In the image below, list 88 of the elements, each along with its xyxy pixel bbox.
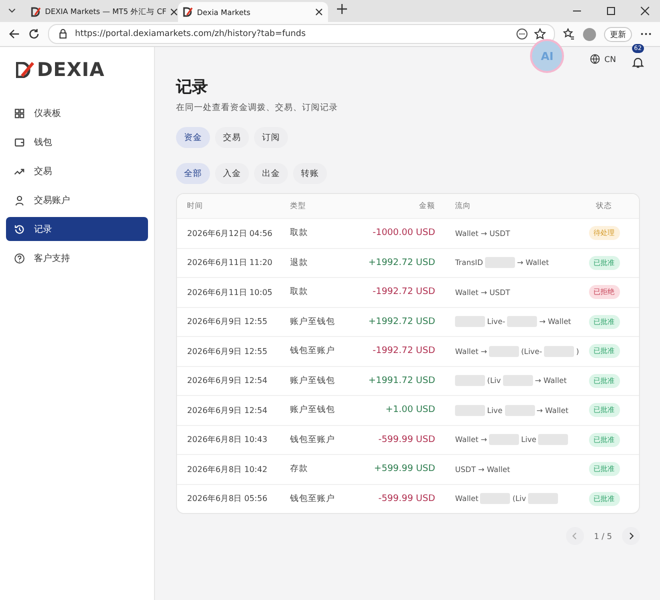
lock-icon <box>57 28 69 40</box>
more-icon[interactable] <box>516 28 528 40</box>
time-cell-text: 2026年6月9日 12:55 <box>187 346 268 357</box>
time-cell-text: 2026年6月8日 05:56 <box>187 493 268 504</box>
sidebar-item[interactable]: 交易账户 <box>6 188 148 212</box>
sidebar-item[interactable]: 交易 <box>6 159 148 183</box>
time-cell-text: 2026年6月8日 10:42 <box>187 464 268 475</box>
redacted-block <box>489 434 520 446</box>
amount-cell-text: +599.99 USD <box>373 464 436 474</box>
category-tab[interactable]: 订阅 <box>254 127 288 148</box>
logo-icon <box>31 7 41 17</box>
maximize-icon[interactable] <box>606 6 616 16</box>
help-icon <box>14 252 25 264</box>
new-tab-icon[interactable] <box>336 3 348 15</box>
type-cell-text: 账户至钱包 <box>290 404 336 416</box>
wallet-icon <box>14 136 25 148</box>
amount-cell-text: -599.99 USD <box>377 434 436 445</box>
time-cell-text: 2026年6月11日 11:20 <box>187 257 274 268</box>
type-cell-text: 存款 <box>290 463 310 476</box>
amount-cell-text: +1992.72 USD <box>367 316 436 327</box>
user-icon <box>14 194 25 206</box>
time-cell-text: 2026年6月9日 12:54 <box>187 375 268 386</box>
redacted-block <box>528 493 558 504</box>
logo-icon <box>183 7 193 17</box>
page-title: 记录 <box>176 77 210 98</box>
chevron-left-icon <box>571 532 580 540</box>
redacted-block <box>455 316 486 328</box>
redacted-block <box>507 316 538 328</box>
amount-cell-text: -1992.72 USD <box>372 287 436 298</box>
sidebar-item[interactable]: 记录 <box>6 217 148 241</box>
amount-cell-text: +1.00 USD <box>384 405 436 416</box>
address-bar[interactable]: https://portal.dexiamarkets.com/zh/history?tab=funds <box>48 24 555 44</box>
category-tab[interactable]: 资金 <box>176 127 210 148</box>
redacted-block <box>455 375 486 386</box>
brand-name: DEXIA <box>37 59 105 81</box>
back-icon[interactable] <box>8 28 20 40</box>
favorites-icon[interactable] <box>563 28 575 40</box>
filter-chip[interactable]: 转账 <box>293 163 328 184</box>
type-cell-text: 钱包至账户 <box>290 345 336 358</box>
redacted-block <box>544 346 574 357</box>
sidebar-item[interactable]: 钱包 <box>6 130 148 154</box>
redacted-block <box>480 493 510 504</box>
time-cell-text: 2026年6月12日 04:56 <box>187 228 274 239</box>
type-cell-text: 取款 <box>290 286 310 298</box>
amount-cell-text: -1992.72 USD <box>372 346 436 356</box>
type-cell-text: 取款 <box>290 227 310 240</box>
type-cell-text: 钱包至账户 <box>290 492 336 505</box>
time-cell-text: 2026年6月8日 10:43 <box>187 434 268 446</box>
type-cell-text: 退款 <box>290 256 310 269</box>
history-icon <box>14 224 25 234</box>
star-icon[interactable] <box>534 28 546 40</box>
redacted-block <box>502 375 533 386</box>
sidebar-item[interactable]: 客户支持 <box>6 246 148 270</box>
page-indicator: 1 / 5 <box>594 532 612 540</box>
sidebar-item[interactable]: 仪表板 <box>6 101 148 125</box>
filter-chip[interactable]: 全部 <box>176 163 210 184</box>
type-cell-text: 账户至钱包 <box>290 316 336 328</box>
amount-cell-text: -599.99 USD <box>377 494 436 504</box>
reload-icon[interactable] <box>28 28 40 40</box>
language-selector[interactable]: CN <box>590 54 616 64</box>
close-icon[interactable] <box>170 8 178 16</box>
time-cell-text: 2026年6月9日 12:55 <box>187 316 268 328</box>
close-icon[interactable] <box>640 6 650 16</box>
redacted-block <box>484 257 515 268</box>
chevron-right-icon <box>627 532 635 540</box>
redacted-block <box>455 404 486 416</box>
next-page-button[interactable] <box>622 527 640 545</box>
bell-icon[interactable] <box>632 56 644 68</box>
redacted-block <box>538 434 568 446</box>
amount-cell-text: +1991.72 USD <box>367 376 436 386</box>
page-subtitle: 在同一处查看资金调拨、交易、订阅记录 <box>176 102 340 114</box>
close-icon[interactable] <box>315 8 323 16</box>
time-cell-text: 2026年6月11日 10:05 <box>187 286 274 298</box>
time-cell-text: 2026年6月9日 12:54 <box>187 404 268 416</box>
redacted-block <box>504 404 534 416</box>
update-button[interactable]: 更新 <box>604 26 632 42</box>
category-tab[interactable]: 交易 <box>215 127 250 148</box>
type-cell-text: 钱包至账户 <box>290 434 336 446</box>
profile-icon[interactable] <box>583 28 596 40</box>
amount-cell-text: +1992.72 USD <box>367 258 436 268</box>
amount-cell-text: -1000.00 USD <box>372 228 436 238</box>
logo-icon <box>16 62 34 78</box>
filter-chip[interactable]: 入金 <box>215 163 250 184</box>
dashboard-icon <box>14 108 25 118</box>
globe-icon <box>590 54 600 64</box>
redacted-block <box>489 346 520 357</box>
type-cell-text: 账户至钱包 <box>290 374 336 387</box>
filter-chip[interactable]: 出金 <box>254 163 288 184</box>
